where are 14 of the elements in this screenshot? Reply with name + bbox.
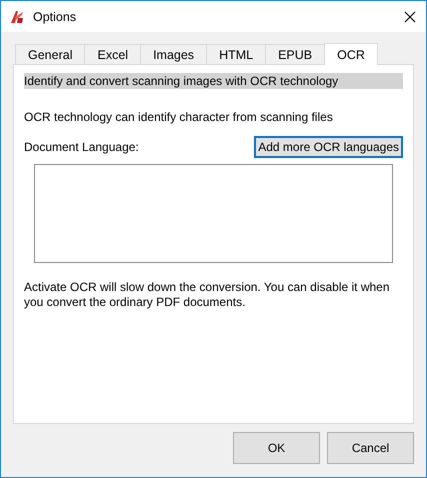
app-logo-icon bbox=[9, 8, 25, 24]
language-label: Document Language: bbox=[24, 140, 139, 154]
section-heading: Identify and convert scanning images with OCR technology bbox=[24, 73, 403, 89]
tab[interactable]: General bbox=[15, 44, 86, 64]
description-text: OCR technology can identify character from scanning files bbox=[24, 110, 334, 124]
window-title: Options bbox=[33, 10, 78, 24]
close-icon[interactable] bbox=[404, 10, 416, 22]
tab[interactable]: OCR bbox=[324, 43, 378, 65]
add-languages-button[interactable]: Add more OCR languages bbox=[254, 136, 403, 158]
cancel-button[interactable]: Cancel bbox=[327, 432, 414, 464]
tab[interactable]: Images bbox=[140, 44, 208, 64]
language-list[interactable] bbox=[34, 164, 393, 263]
note-text: Activate OCR will slow down the conversion. You can disable it when you convert the ordinary PDF documents. bbox=[24, 280, 391, 310]
ok-button[interactable]: OK bbox=[233, 432, 320, 464]
